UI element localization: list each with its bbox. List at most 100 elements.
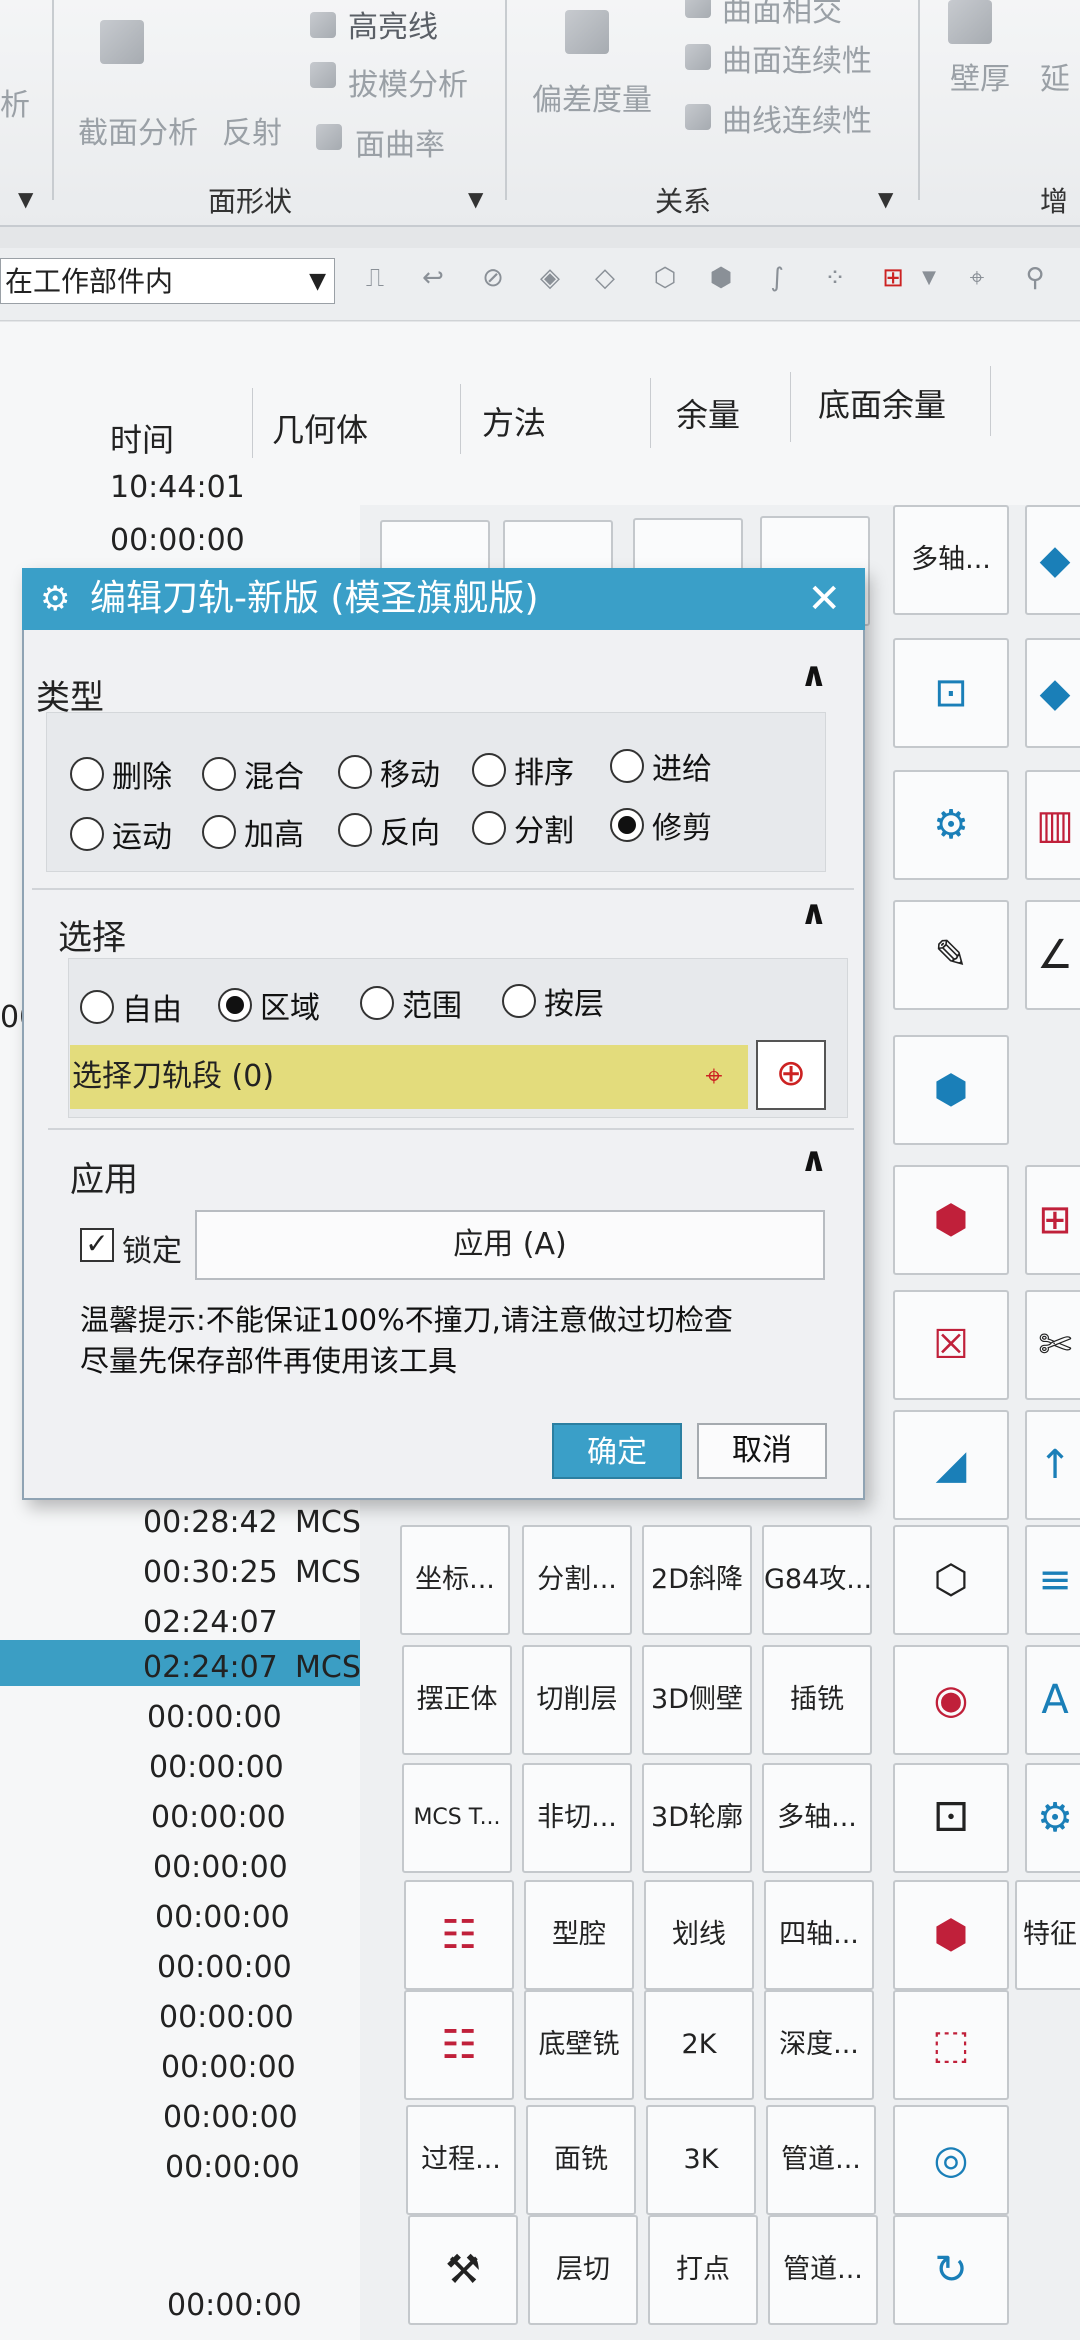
radio-raise[interactable]: 加高 bbox=[202, 810, 304, 854]
palette-tile[interactable]: ⬢ bbox=[893, 1880, 1009, 1990]
close-icon[interactable]: ✕ bbox=[807, 568, 841, 630]
palette-tile[interactable]: ◢ bbox=[893, 1410, 1009, 1520]
radio-split[interactable]: 分割 bbox=[472, 806, 574, 850]
palette-tile-dot[interactable]: 打点 bbox=[648, 2215, 758, 2325]
palette-tile-align-body[interactable]: 摆正体 bbox=[402, 1645, 512, 1755]
palette-tile[interactable]: ◆ bbox=[1025, 505, 1080, 615]
palette-tile-mcs[interactable]: MCS T... bbox=[402, 1763, 512, 1873]
dialog-title-bar[interactable]: ⚙ 编辑刀轨-新版 (模圣旗舰版) ✕ bbox=[22, 568, 865, 630]
palette-tile-multi-axis[interactable]: 多轴... bbox=[893, 505, 1009, 615]
radio-region[interactable]: 区域 bbox=[218, 983, 320, 1027]
scope-dropdown[interactable]: 在工作部件内 ▼ bbox=[0, 258, 335, 304]
chevron-up-icon[interactable]: ∧ bbox=[800, 655, 1044, 695]
column-header-stock[interactable]: 余量 bbox=[676, 390, 740, 436]
surface-intersection-icon[interactable] bbox=[685, 0, 711, 18]
ribbon-item-analysis[interactable]: 析 bbox=[0, 80, 30, 124]
palette-tile-feature[interactable]: 特征 bbox=[1015, 1880, 1080, 1990]
palette-tile[interactable]: ✄ bbox=[1025, 1290, 1080, 1400]
face-curvature-icon[interactable] bbox=[316, 124, 342, 150]
radio-motion[interactable]: 运动 bbox=[70, 812, 172, 856]
ribbon-item-draft-analysis[interactable]: 拔模分析 bbox=[348, 60, 468, 104]
section-analysis-icon[interactable] bbox=[100, 20, 144, 64]
curve-continuity-icon[interactable] bbox=[685, 104, 711, 130]
palette-tile[interactable]: ☷ bbox=[404, 1880, 514, 1990]
chevron-up-icon[interactable]: ∧ bbox=[800, 1140, 1044, 1180]
radio-feed[interactable]: 进给 bbox=[610, 744, 712, 788]
hook-icon[interactable]: ⚲ bbox=[1020, 263, 1050, 293]
radio-free[interactable]: 自由 bbox=[80, 985, 182, 1029]
palette-tile[interactable]: ≡ bbox=[1025, 1525, 1080, 1635]
chevron-up-icon[interactable]: ∧ bbox=[800, 893, 1044, 933]
ribbon-item-curve-continuity[interactable]: 曲线连续性 bbox=[722, 96, 872, 140]
undo-select-icon[interactable]: ↩ bbox=[418, 263, 448, 293]
apply-button[interactable]: 应用 (A) bbox=[195, 1210, 825, 1280]
palette-tile-split[interactable]: 分割... bbox=[522, 1525, 632, 1635]
palette-tile[interactable]: ⬚ bbox=[893, 1990, 1009, 2100]
palette-tile-scribe[interactable]: 划线 bbox=[644, 1880, 754, 1990]
palette-tile[interactable]: ☒ bbox=[893, 1290, 1009, 1400]
highlight-lines-icon[interactable] bbox=[310, 12, 336, 38]
radio-mix[interactable]: 混合 bbox=[202, 752, 304, 796]
palette-tile[interactable]: A bbox=[1025, 1645, 1080, 1755]
palette-tile[interactable]: ⬢ bbox=[893, 1165, 1009, 1275]
draft-analysis-icon[interactable] bbox=[310, 62, 336, 88]
ribbon-item-wall-thickness[interactable]: 壁厚 bbox=[950, 54, 1010, 98]
palette-tile-cut-levels[interactable]: 切削层 bbox=[522, 1645, 632, 1755]
group-relations-dropdown-icon[interactable]: ▼ bbox=[878, 187, 893, 211]
palette-tile[interactable]: ⚙ bbox=[893, 770, 1009, 880]
column-header-time[interactable]: 时间 bbox=[110, 415, 174, 461]
group-face-shape-dropdown-icon[interactable]: ▼ bbox=[468, 187, 483, 211]
ribbon-item-deviation-gauge[interactable]: 偏差度量 bbox=[532, 75, 652, 119]
palette-tile-cavity[interactable]: 型腔 bbox=[524, 1880, 634, 1990]
radio-range[interactable]: 范围 bbox=[360, 981, 462, 1025]
snap-point-icon[interactable]: ⊞ bbox=[878, 263, 908, 293]
palette-tile-g84-tap[interactable]: G84攻... bbox=[762, 1525, 872, 1635]
palette-tile[interactable]: ⬢ bbox=[893, 1035, 1009, 1145]
palette-tile[interactable]: ⚙ bbox=[1025, 1763, 1080, 1873]
column-header-geometry[interactable]: 几何体 bbox=[272, 405, 368, 451]
radio-move[interactable]: 移动 bbox=[338, 750, 440, 794]
palette-tile[interactable]: ☷ bbox=[404, 1990, 514, 2100]
group-dropdown-icon[interactable]: ▼ bbox=[18, 187, 33, 211]
palette-tile-3k[interactable]: 3K bbox=[646, 2105, 756, 2215]
palette-tile[interactable]: ↻ bbox=[893, 2215, 1009, 2325]
select-point-icon[interactable]: ⌖ bbox=[680, 1045, 748, 1109]
points-icon[interactable]: ⁘ bbox=[820, 263, 850, 293]
column-header-floor-stock[interactable]: 底面余量 bbox=[818, 380, 946, 426]
palette-tile[interactable]: ▥ bbox=[1025, 770, 1080, 880]
gear-icon[interactable]: ⚙ bbox=[40, 568, 70, 630]
deviation-gauge-icon[interactable] bbox=[565, 10, 609, 54]
section-selection-header[interactable]: 选择 bbox=[58, 910, 126, 959]
palette-tile-process[interactable]: 过程... bbox=[406, 2105, 516, 2215]
ribbon-item-face-curvature[interactable]: 面曲率 bbox=[355, 120, 445, 164]
solid-body-icon[interactable]: ◈ bbox=[535, 263, 565, 293]
lock-checkbox[interactable]: ✓ bbox=[80, 1228, 114, 1262]
palette-tile[interactable]: ⚒ bbox=[408, 2215, 518, 2325]
cube-icon[interactable]: ⬡ bbox=[650, 263, 680, 293]
palette-tile-pipe-2[interactable]: 管道... bbox=[768, 2215, 878, 2325]
radio-delete[interactable]: 删除 bbox=[70, 752, 172, 796]
palette-tile-layer-cut[interactable]: 层切 bbox=[528, 2215, 638, 2325]
palette-tile-face-mill[interactable]: 面铣 bbox=[526, 2105, 636, 2215]
ribbon-item-surface-continuity[interactable]: 曲面连续性 bbox=[722, 36, 872, 80]
ok-button[interactable]: 确定 bbox=[552, 1423, 682, 1479]
face-filter-icon[interactable]: ◇ bbox=[590, 263, 620, 293]
radio-trim[interactable]: 修剪 bbox=[610, 803, 712, 847]
surface-continuity-icon[interactable] bbox=[685, 44, 711, 70]
palette-tile[interactable]: ⊞ bbox=[1025, 1165, 1080, 1275]
chevron-down-icon[interactable]: ▼ bbox=[914, 263, 944, 293]
radio-reverse[interactable]: 反向 bbox=[338, 808, 440, 852]
palette-tile-3d-side-wall[interactable]: 3D侧壁 bbox=[642, 1645, 752, 1755]
palette-tile-depth[interactable]: 深度... bbox=[764, 1990, 874, 2100]
palette-tile-non-cutting[interactable]: 非切... bbox=[522, 1763, 632, 1873]
ribbon-item-extend[interactable]: 延 bbox=[1040, 54, 1070, 98]
point-add-icon[interactable]: ⌖ bbox=[962, 263, 992, 293]
palette-tile-coordinate[interactable]: 坐标... bbox=[400, 1525, 510, 1635]
palette-tile-2k[interactable]: 2K bbox=[644, 1990, 754, 2100]
radio-by-layer[interactable]: 按层 bbox=[502, 979, 604, 1023]
palette-tile-pipe[interactable]: 管道... bbox=[766, 2105, 876, 2215]
ribbon-item-section-analysis[interactable]: 截面分析 bbox=[78, 108, 198, 152]
column-header-method[interactable]: 方法 bbox=[482, 398, 546, 444]
crosshair-icon[interactable]: ⊕ bbox=[756, 1040, 826, 1110]
palette-tile[interactable]: ◎ bbox=[893, 2105, 1009, 2215]
